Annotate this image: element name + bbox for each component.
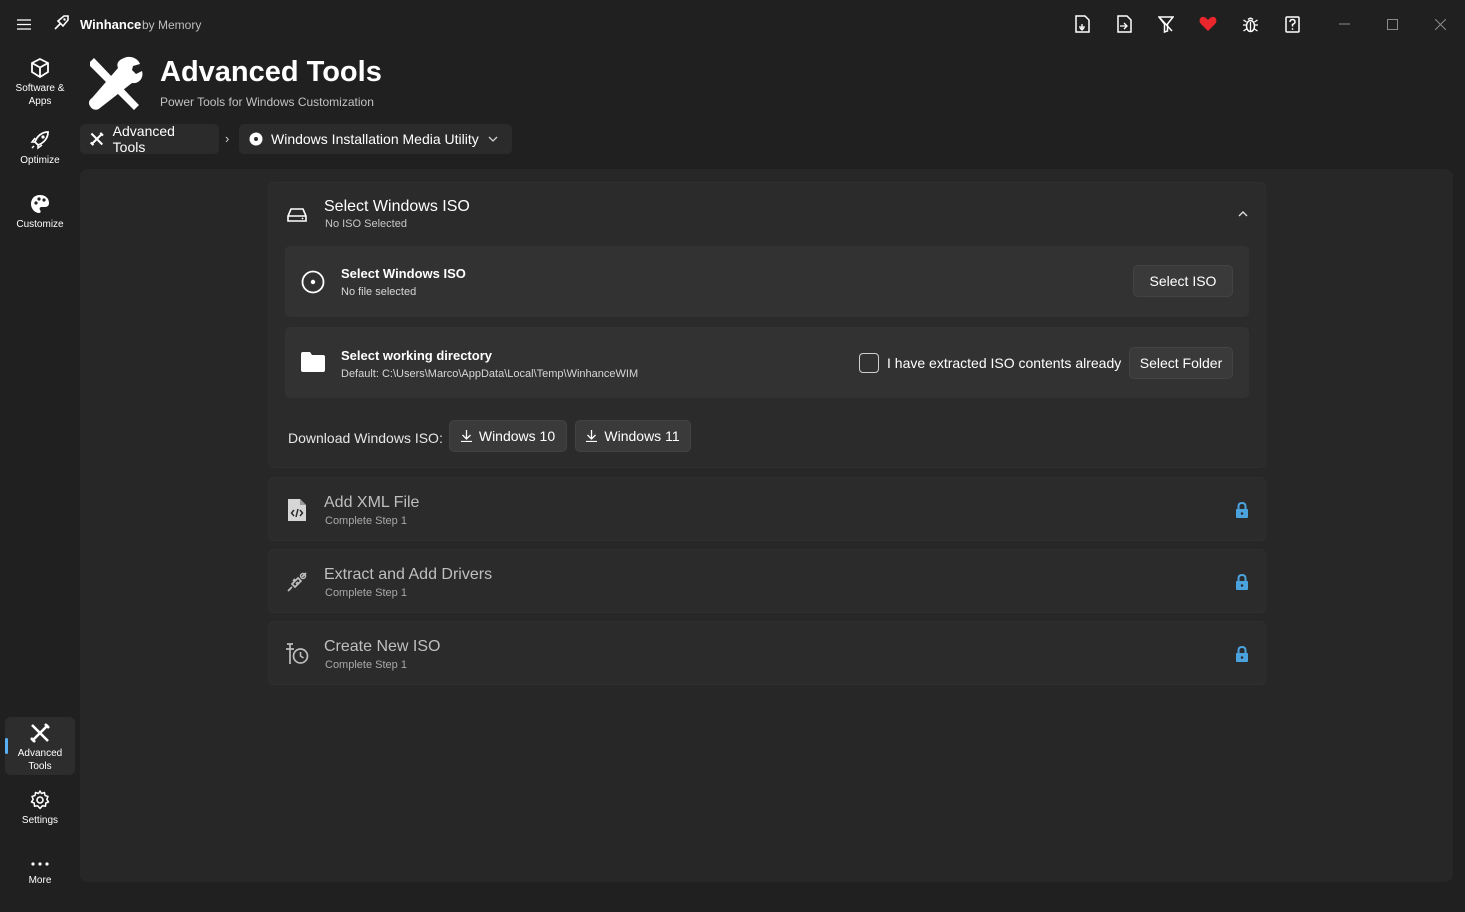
folder-icon	[301, 352, 325, 372]
app-name: Winhance	[80, 17, 142, 32]
title-bar: Winhance by Memory	[0, 0, 1465, 48]
step-add-xml-card[interactable]: Add XML File Complete Step 1	[268, 477, 1266, 541]
nav-label: Software & Apps	[15, 83, 65, 107]
step-title: Add XML File	[324, 494, 420, 511]
tools-icon	[90, 132, 104, 146]
app-logo-icon	[52, 14, 72, 34]
nav-label: Customize	[16, 219, 64, 230]
row-subtitle: Default: C:\Users\Marco\AppData\Local\Te…	[341, 368, 639, 380]
nav-software-apps[interactable]: Software & Apps	[5, 58, 75, 116]
gear-icon	[30, 790, 50, 810]
nav-label: Advanced Tools	[17, 748, 63, 772]
heart-icon[interactable]	[1196, 12, 1220, 36]
import-config-icon[interactable]	[1112, 12, 1136, 36]
step-title: Create New ISO	[324, 638, 441, 655]
row-title: Select working directory	[341, 348, 492, 363]
row-title: Select Windows ISO	[341, 266, 466, 281]
drive-icon	[285, 203, 309, 227]
extracted-iso-checkbox[interactable]	[859, 353, 879, 373]
nav-more[interactable]: More	[5, 858, 75, 898]
collapse-chevron-up-icon[interactable]	[1233, 207, 1253, 221]
bug-icon[interactable]	[1238, 12, 1262, 36]
select-iso-row: Select Windows ISO No file selected	[285, 246, 1249, 317]
download-iso-label: Download Windows ISO:	[288, 430, 443, 446]
step-drivers-card[interactable]: Extract and Add Drivers Complete Step 1	[268, 549, 1266, 613]
disc-icon	[301, 270, 325, 294]
download-windows-10-button[interactable]: Windows 10	[449, 420, 567, 452]
nav-optimize[interactable]: Optimize	[5, 130, 75, 174]
more-icon	[31, 862, 49, 866]
step-title: Select Windows ISO	[324, 198, 470, 215]
breadcrumb-utility-dropdown[interactable]: Windows Installation Media Utility	[239, 124, 512, 154]
step-subtitle: Complete Step 1	[325, 587, 407, 599]
download-button-label: Windows 10	[478, 428, 556, 444]
download-icon	[460, 430, 472, 442]
step-select-iso-card: Select Windows ISO No ISO Selected	[268, 182, 1266, 468]
filter-icon[interactable]	[1154, 12, 1178, 36]
nav-advanced-tools[interactable]: Advanced Tools	[5, 717, 75, 775]
help-icon[interactable]	[1280, 12, 1304, 36]
close-button[interactable]	[1416, 8, 1464, 40]
tools-icon	[30, 723, 50, 743]
select-iso-button[interactable]: Select ISO	[1133, 265, 1233, 297]
active-nav-indicator	[5, 738, 8, 754]
hamburger-menu-icon[interactable]	[12, 13, 36, 35]
breadcrumb-current-label: Windows Installation Media Utility	[271, 131, 479, 147]
step-subtitle: Complete Step 1	[325, 515, 407, 527]
advanced-tools-icon	[84, 54, 146, 114]
step-subtitle: No ISO Selected	[325, 218, 407, 230]
export-config-icon[interactable]	[1070, 12, 1094, 36]
download-icon	[586, 430, 598, 442]
step-subtitle: Complete Step 1	[325, 659, 407, 671]
nav-label: More	[28, 875, 52, 886]
nav-settings[interactable]: Settings	[5, 790, 75, 834]
page-title: Advanced Tools	[160, 56, 382, 88]
download-windows-11-button[interactable]: Windows 11	[575, 420, 691, 452]
rocket-icon	[30, 131, 49, 150]
lock-icon	[1235, 573, 1251, 590]
page-subtitle: Power Tools for Windows Customization	[160, 95, 374, 109]
maximize-button[interactable]	[1368, 8, 1416, 40]
nav-label: Optimize	[20, 155, 60, 166]
create-iso-icon	[285, 642, 309, 666]
nav-label: Settings	[21, 815, 59, 826]
app-byline: by Memory	[142, 18, 202, 32]
driver-icon	[285, 570, 309, 594]
select-folder-button[interactable]: Select Folder	[1129, 347, 1233, 379]
breadcrumb-root-label: Advanced Tools	[112, 123, 175, 155]
step-title: Extract and Add Drivers	[324, 566, 493, 583]
breadcrumb-advanced-tools[interactable]: Advanced Tools	[80, 123, 219, 155]
chevron-down-icon	[488, 136, 498, 142]
palette-icon	[31, 195, 49, 213]
lock-icon	[1235, 645, 1251, 662]
xml-file-icon	[285, 498, 309, 522]
row-subtitle: No file selected	[341, 286, 417, 298]
download-button-label: Windows 11	[604, 428, 680, 444]
extracted-iso-checkbox-label[interactable]: I have extracted ISO contents already	[887, 355, 1121, 371]
lock-icon	[1235, 501, 1251, 518]
cube-icon	[31, 58, 49, 78]
disc-icon	[249, 132, 263, 146]
nav-customize[interactable]: Customize	[5, 194, 75, 238]
minimize-button[interactable]	[1320, 8, 1368, 40]
breadcrumb-separator-icon: ›	[225, 131, 230, 146]
step-create-iso-card[interactable]: Create New ISO Complete Step 1	[268, 621, 1266, 685]
